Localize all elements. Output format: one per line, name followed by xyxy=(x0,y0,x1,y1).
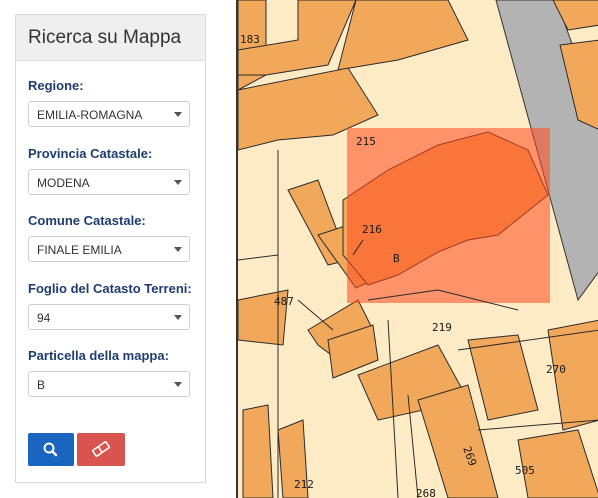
parcel-label: 216 xyxy=(362,223,382,236)
comune-value: FINALE EMILIA xyxy=(37,243,122,257)
provincia-value: MODENA xyxy=(37,176,90,190)
regione-value: EMILIA-ROMAGNA xyxy=(37,108,143,122)
parcel-label: 215 xyxy=(356,135,376,148)
parcel-label: 487 xyxy=(274,295,294,308)
provincia-select[interactable]: MODENA xyxy=(28,169,190,195)
comune-label: Comune Catastale: xyxy=(28,213,146,228)
particella-label: Particella della mappa: xyxy=(28,348,169,363)
parcel-label: 505 xyxy=(515,464,535,477)
parcel-label: 270 xyxy=(546,363,566,376)
parcel-label: 183 xyxy=(240,33,260,46)
foglio-label: Foglio del Catasto Terreni: xyxy=(28,281,192,296)
selection-highlight xyxy=(347,128,550,303)
map-canvas[interactable]: 183 215 216 B 487 219 270 269 505 212 26… xyxy=(238,0,598,498)
parcel-label: 268 xyxy=(416,487,436,498)
chevron-down-icon xyxy=(174,180,182,185)
clear-button[interactable] xyxy=(77,433,125,466)
search-button[interactable] xyxy=(28,433,74,466)
regione-select[interactable]: EMILIA-ROMAGNA xyxy=(28,101,190,127)
chevron-down-icon xyxy=(174,382,182,387)
panel-header: Ricerca su Mappa xyxy=(16,15,205,61)
regione-label: Regione: xyxy=(28,78,84,93)
parcel-label: 219 xyxy=(432,321,452,334)
particella-value: B xyxy=(37,378,46,392)
parcel-label: B xyxy=(393,252,400,265)
parcel-label: 212 xyxy=(294,478,314,491)
chevron-down-icon xyxy=(174,112,182,117)
comune-select[interactable]: FINALE EMILIA xyxy=(28,236,190,262)
eraser-icon xyxy=(92,441,110,457)
particella-select[interactable]: B xyxy=(28,371,190,397)
provincia-label: Provincia Catastale: xyxy=(28,146,153,161)
chevron-down-icon xyxy=(174,247,182,252)
search-panel: Ricerca su Mappa Regione: EMILIA-ROMAGNA… xyxy=(15,14,206,483)
search-icon xyxy=(43,442,58,457)
chevron-down-icon xyxy=(174,315,182,320)
cadastral-map[interactable]: 183 215 216 B 487 219 270 269 505 212 26… xyxy=(236,0,598,498)
panel-title: Ricerca su Mappa xyxy=(28,27,182,48)
foglio-select[interactable]: 94 xyxy=(28,304,190,330)
foglio-value: 94 xyxy=(37,311,51,325)
